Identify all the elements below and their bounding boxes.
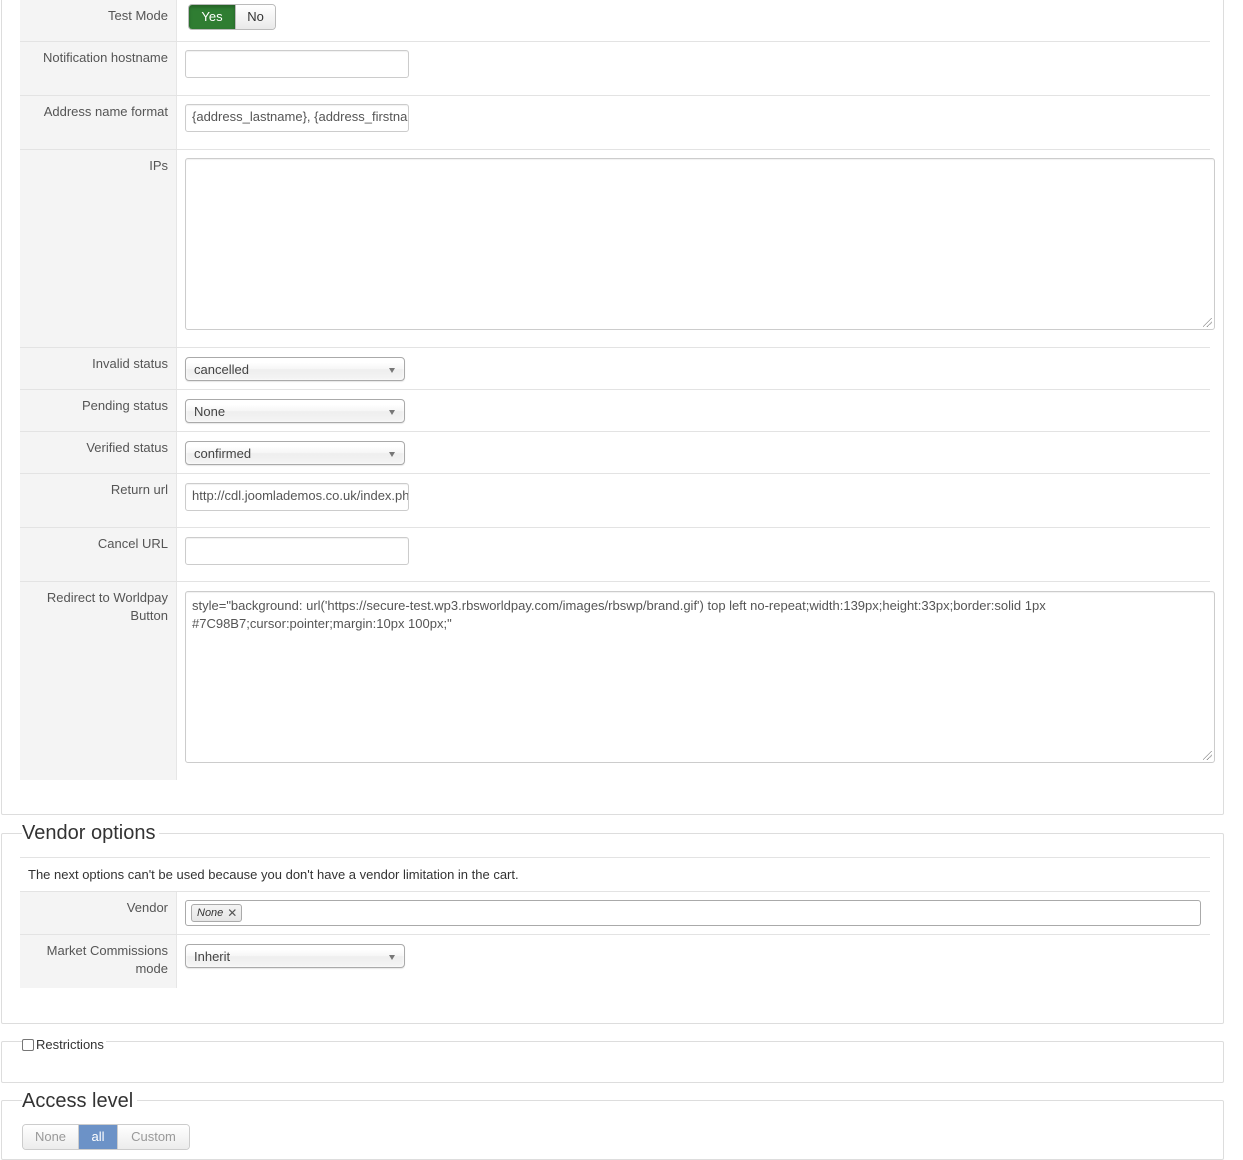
- chevron-down-icon: [389, 410, 395, 415]
- vendor-options-fieldset: The next options can't be used because y…: [1, 833, 1224, 1024]
- row-return-url: Return url http://cdl.joomlademos.co.uk/…: [20, 474, 1210, 528]
- notification-hostname-input[interactable]: [185, 50, 409, 78]
- vendor-tag-label: None: [197, 907, 224, 919]
- resize-grip-icon[interactable]: [1203, 318, 1212, 327]
- verified-status-label: Verified status: [20, 432, 177, 473]
- redirect-button-textarea[interactable]: style="background: url('https://secure-t…: [185, 591, 1215, 763]
- access-level-none-button[interactable]: None: [23, 1125, 78, 1149]
- row-invalid-status: Invalid status cancelled: [20, 348, 1210, 390]
- notification-hostname-label: Notification hostname: [20, 42, 177, 95]
- test-mode-yes-button[interactable]: Yes: [189, 5, 235, 29]
- market-commissions-label: Market Commissions mode: [20, 935, 177, 988]
- access-level-all-button[interactable]: all: [78, 1125, 117, 1149]
- row-cancel-url: Cancel URL: [20, 528, 1210, 582]
- market-commissions-select[interactable]: Inherit: [185, 944, 405, 968]
- row-pending-status: Pending status None: [20, 390, 1210, 432]
- redirect-button-value: style="background: url('https://secure-t…: [192, 598, 1046, 631]
- restrictions-checkbox[interactable]: [22, 1039, 34, 1051]
- redirect-button-label: Redirect to Worldpay Button: [20, 582, 177, 780]
- restrictions-legend: Restrictions: [22, 1036, 106, 1054]
- vendor-options-title: Vendor options: [22, 822, 160, 844]
- vendor-tag-chip: None ✕: [191, 904, 243, 922]
- row-address-name-format: Address name format {address_lastname}, …: [20, 96, 1210, 150]
- invalid-status-label: Invalid status: [20, 348, 177, 389]
- test-mode-no-button[interactable]: No: [235, 5, 275, 29]
- ips-label: IPs: [20, 150, 177, 347]
- row-ips: IPs: [20, 150, 1215, 348]
- pending-status-label: Pending status: [20, 390, 177, 431]
- test-mode-label: Test Mode: [20, 0, 177, 41]
- row-redirect-button: Redirect to Worldpay Button style="backg…: [20, 582, 1215, 780]
- verified-status-select[interactable]: confirmed: [185, 441, 405, 465]
- address-name-format-input[interactable]: {address_lastname}, {address_firstname}: [185, 104, 409, 132]
- access-level-custom-button[interactable]: Custom: [117, 1125, 189, 1149]
- ips-textarea[interactable]: [185, 158, 1215, 330]
- restrictions-fieldset: [1, 1041, 1224, 1083]
- pending-status-value: None: [194, 404, 226, 419]
- return-url-input[interactable]: http://cdl.joomlademos.co.uk/index.php: [185, 483, 409, 511]
- row-verified-status: Verified status confirmed: [20, 432, 1210, 474]
- test-mode-toggle: Yes No: [188, 4, 276, 30]
- plugin-parameters-fieldset: Test Mode Yes No Notification hostname A…: [1, 0, 1224, 815]
- vendor-notice-text: The next options can't be used because y…: [28, 867, 519, 882]
- chevron-down-icon: [389, 955, 395, 960]
- row-test-mode: Test Mode Yes No: [20, 0, 1210, 42]
- access-level-title: Access level: [22, 1090, 138, 1112]
- resize-grip-icon[interactable]: [1203, 751, 1212, 760]
- chevron-down-icon: [389, 452, 395, 457]
- vendor-tag-input[interactable]: None ✕: [185, 900, 1201, 926]
- cancel-url-input[interactable]: [185, 537, 409, 565]
- invalid-status-value: cancelled: [194, 362, 249, 377]
- restrictions-label: Restrictions: [36, 1037, 104, 1052]
- access-level-toggle: None all Custom: [22, 1124, 190, 1150]
- cancel-url-label: Cancel URL: [20, 528, 177, 581]
- vendor-notice-row: The next options can't be used because y…: [20, 857, 1210, 892]
- row-vendor: Vendor None ✕: [20, 892, 1210, 935]
- verified-status-value: confirmed: [194, 446, 252, 461]
- chevron-down-icon: [389, 368, 395, 373]
- market-commissions-value: Inherit: [194, 949, 231, 964]
- close-icon[interactable]: ✕: [227, 905, 237, 921]
- return-url-label: Return url: [20, 474, 177, 527]
- address-name-format-label: Address name format: [20, 96, 177, 149]
- row-notification-hostname: Notification hostname: [20, 42, 1210, 96]
- vendor-label: Vendor: [20, 892, 177, 934]
- pending-status-select[interactable]: None: [185, 399, 405, 423]
- invalid-status-select[interactable]: cancelled: [185, 357, 405, 381]
- row-market-commissions: Market Commissions mode Inherit: [20, 935, 1210, 988]
